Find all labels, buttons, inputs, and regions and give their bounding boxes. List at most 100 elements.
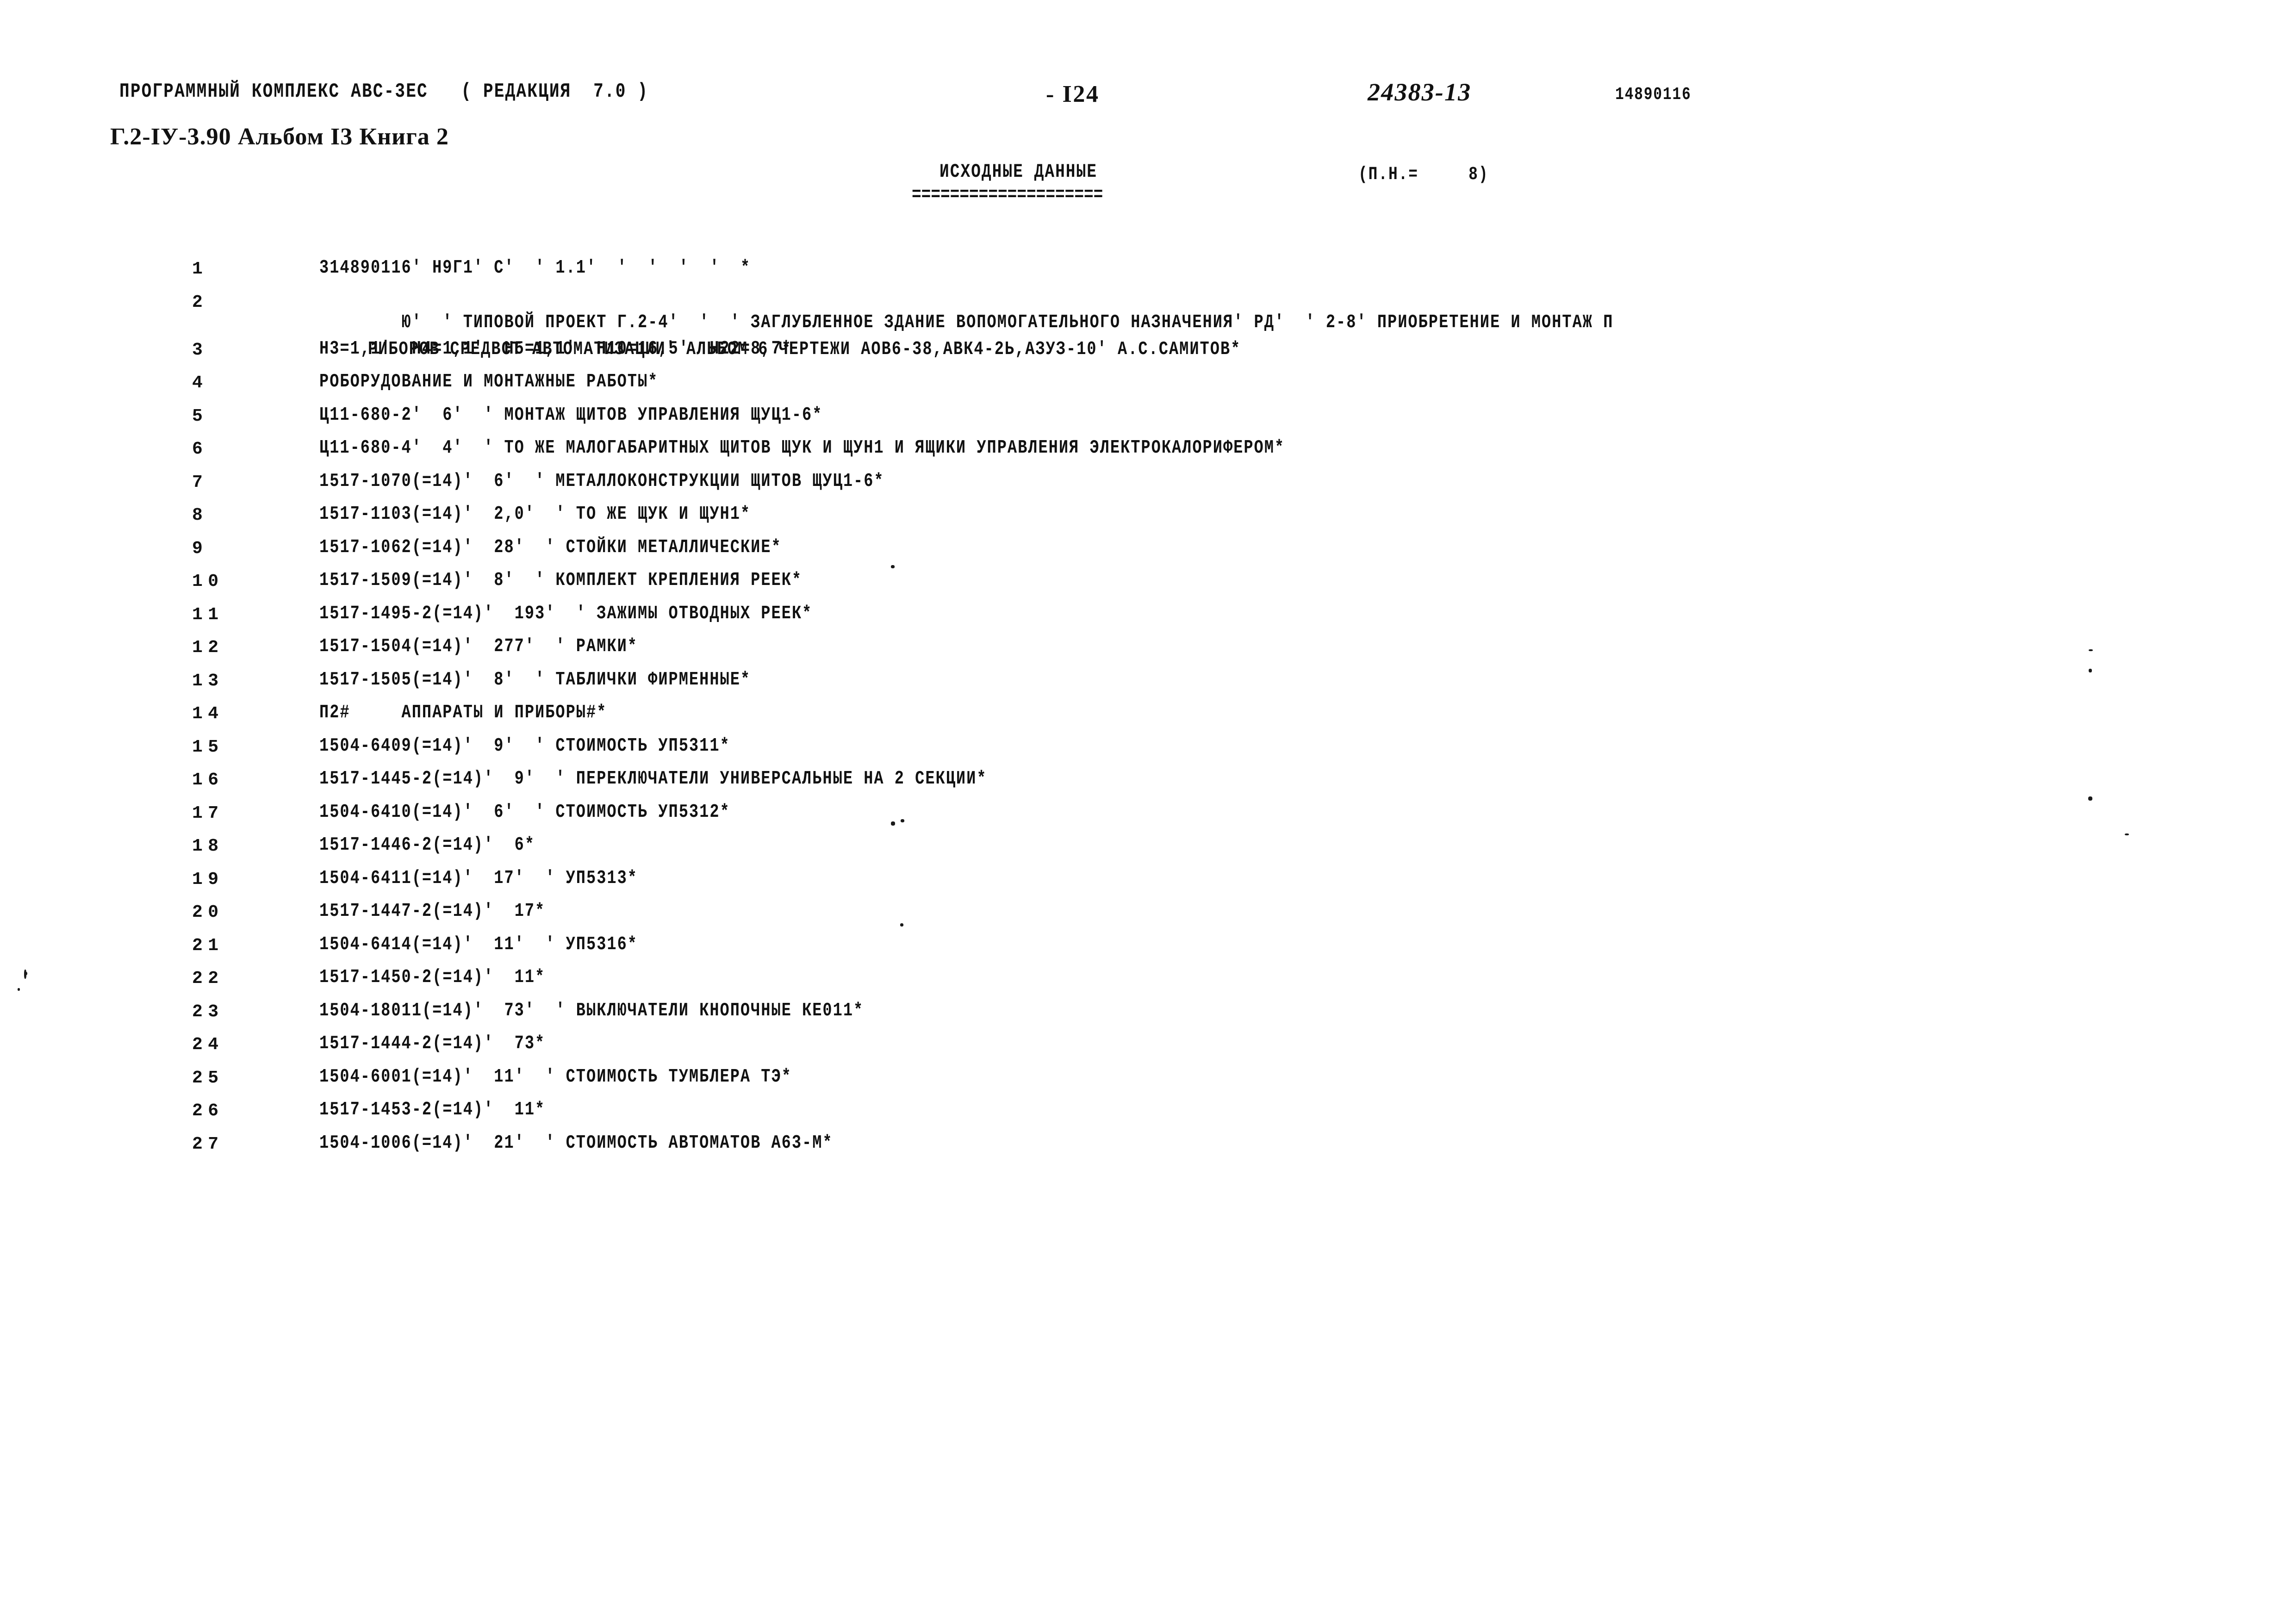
listing-row: 26 1517-1453-2(=14)' 11* <box>0 1099 2296 1134</box>
line-content: 1504-6001(=14)' 11' ' СТОИМОСТЬ ТУМБЛЕРА… <box>319 1066 792 1088</box>
line-number: 20 <box>192 902 224 922</box>
line-number: 12 <box>192 638 224 658</box>
line-number: 10 <box>192 572 224 591</box>
line-content: 1517-1444-2(=14)' 73* <box>319 1033 546 1054</box>
listing-row: 3 Н3=1,1' Н4=1,1' Н5=1,1' Н10=16,5' Н22=… <box>0 338 2296 373</box>
listing-row: 17 1504-6410(=14)' 6' ' СТОИМОСТЬ УП5312… <box>0 801 2296 837</box>
listing-row: 15 1504-6409(=14)' 9' ' СТОИМОСТЬ УП5311… <box>0 735 2296 771</box>
line-content: Ц11-680-2' 6' ' МОНТАЖ ЩИТОВ УПРАВЛЕНИЯ … <box>319 404 823 426</box>
listing-row: 9 1517-1062(=14)' 28' ' СТОЙКИ МЕТАЛЛИЧЕ… <box>0 536 2296 572</box>
listing-row: 23 1504-18011(=14)' 73' ' ВЫКЛЮЧАТЕЛИ КН… <box>0 1000 2296 1035</box>
listing-row: 20 1517-1447-2(=14)' 17* <box>0 901 2296 936</box>
listing-row: 18 1517-1446-2(=14)' 6* <box>0 834 2296 870</box>
line-number: 15 <box>192 737 224 757</box>
line-content: 1517-1453-2(=14)' 11* <box>319 1099 546 1120</box>
listing-row: 14 П2# АППАРАТЫ И ПРИБОРЫ#* <box>0 702 2296 737</box>
scan-speck <box>2088 796 2092 801</box>
scan-speck <box>2125 833 2129 835</box>
line-content: 1504-18011(=14)' 73' ' ВЫКЛЮЧАТЕЛИ КНОПО… <box>319 1000 864 1021</box>
line-number: 1 <box>192 259 208 279</box>
line-number: 9 <box>192 538 208 559</box>
line-content: 1517-1062(=14)' 28' ' СТОЙКИ МЕТАЛЛИЧЕСК… <box>319 536 782 558</box>
line-number: 23 <box>192 1001 224 1022</box>
page-number: - I24 <box>1046 81 1100 107</box>
scan-speck <box>2089 649 2093 651</box>
data-listing: 1 314890116' Н9Г1' С' ' 1.1' ' ' ' ' * 2… <box>0 257 2296 1168</box>
listing-row: 22 1517-1450-2(=14)' 11* <box>0 967 2296 1002</box>
scan-speck <box>900 923 903 927</box>
line-content: 1517-1505(=14)' 8' ' ТАБЛИЧКИ ФИРМЕННЫЕ* <box>319 669 751 690</box>
line-number: 2 <box>192 292 208 312</box>
line-number: 8 <box>192 505 208 525</box>
line-number: 11 <box>192 604 224 625</box>
line-content: 314890116' Н9Г1' С' ' 1.1' ' ' ' ' * <box>319 257 751 279</box>
program-complex-header: ПРОГРАММНЫЙ КОМПЛЕКС АВС-3ЕС ( РЕДАКЦИЯ … <box>119 80 649 103</box>
section-title: ИСХОДНЫЕ ДАННЫЕ <box>940 161 1098 183</box>
line-content: 1517-1070(=14)' 6' ' МЕТАЛЛОКОНСТРУКЦИИ … <box>319 470 884 492</box>
line-content: Ц11-680-4' 4' ' ТО ЖЕ МАЛОГАБАРИТНЫХ ЩИТ… <box>319 437 1285 459</box>
scan-speck <box>24 970 26 979</box>
section-title-rule: ==================== <box>912 184 1103 206</box>
line-content: 1517-1445-2(=14)' 9' ' ПЕРЕКЛЮЧАТЕЛИ УНИ… <box>319 768 987 790</box>
listing-row: 5 Ц11-680-2' 6' ' МОНТАЖ ЩИТОВ УПРАВЛЕНИ… <box>0 404 2296 440</box>
scan-speck <box>891 565 895 568</box>
document-number: 24383-13 <box>1368 78 1472 106</box>
listing-row: 4 РОБОРУДОВАНИЕ И МОНТАЖНЫЕ РАБОТЫ* <box>0 371 2296 406</box>
line-content: 1517-1504(=14)' 277' ' РАМКИ* <box>319 636 638 657</box>
line-number: 4 <box>192 373 208 393</box>
line-number: 17 <box>192 803 224 823</box>
listing-row: 6 Ц11-680-4' 4' ' ТО ЖЕ МАЛОГАБАРИТНЫХ Щ… <box>0 437 2296 473</box>
line-number: 27 <box>192 1134 224 1154</box>
listing-row: 21 1504-6414(=14)' 11' ' УП5316* <box>0 933 2296 969</box>
listing-row: 19 1504-6411(=14)' 17' ' УП5313* <box>0 867 2296 903</box>
listing-row: 8 1517-1103(=14)' 2,0' ' ТО ЖЕ ЩУК И ЩУН… <box>0 504 2296 539</box>
line-number: 7 <box>192 472 208 492</box>
line-number: 3 <box>192 340 208 360</box>
scanned-page: ПРОГРАММНЫЙ КОМПЛЕКС АВС-3ЕС ( РЕДАКЦИЯ … <box>0 0 2296 1623</box>
listing-row: 27 1504-1006(=14)' 21' ' СТОИМОСТЬ АВТОМ… <box>0 1132 2296 1168</box>
listing-row: 13 1517-1505(=14)' 8' ' ТАБЛИЧКИ ФИРМЕНН… <box>0 669 2296 704</box>
line-number: 24 <box>192 1035 224 1055</box>
album-book-header: Г.2-IУ-3.90 Альбом I3 Книга 2 <box>110 124 449 150</box>
listing-row: 25 1504-6001(=14)' 11' ' СТОИМОСТЬ ТУМБЛ… <box>0 1066 2296 1101</box>
listing-row: 24 1517-1444-2(=14)' 73* <box>0 1033 2296 1068</box>
line-number: 19 <box>192 869 224 889</box>
line-number: 5 <box>192 406 208 426</box>
line-content: 1517-1103(=14)' 2,0' ' ТО ЖЕ ЩУК И ЩУН1* <box>319 504 751 525</box>
listing-row: 10 1517-1509(=14)' 8' ' КОМПЛЕКТ КРЕПЛЕН… <box>0 570 2296 605</box>
pn-counter: (П.Н.= 8) <box>1358 164 1489 185</box>
scan-speck <box>2089 669 2092 672</box>
listing-row: 11 1517-1495-2(=14)' 193' ' ЗАЖИМЫ ОТВОД… <box>0 603 2296 638</box>
line-number: 13 <box>192 671 224 691</box>
line-content: 1504-1006(=14)' 21' ' СТОИМОСТЬ АВТОМАТО… <box>319 1132 833 1154</box>
line-number: 14 <box>192 704 224 724</box>
line-content: 1517-1446-2(=14)' 6* <box>319 834 535 856</box>
line-content: 1504-6410(=14)' 6' ' СТОИМОСТЬ УП5312* <box>319 801 730 823</box>
listing-row: 1 314890116' Н9Г1' С' ' 1.1' ' ' ' ' * <box>0 257 2296 292</box>
scan-speck <box>18 988 20 991</box>
line-content: 1517-1447-2(=14)' 17* <box>319 901 546 922</box>
line-number: 6 <box>192 439 208 459</box>
listing-row: 2 Ю' ' ТИПОВОЙ ПРОЕКТ Г.2-4' ' ' ЗАГЛУБЛ… <box>0 292 2296 360</box>
object-number: 14890116 <box>1615 85 1692 105</box>
line-content: 1504-6414(=14)' 11' ' УП5316* <box>319 933 638 955</box>
scan-speck <box>901 819 904 822</box>
line-content: РОБОРУДОВАНИЕ И МОНТАЖНЫЕ РАБОТЫ* <box>319 371 659 392</box>
line-number: 16 <box>192 770 224 790</box>
line-number: 22 <box>192 969 224 989</box>
line-content: 1517-1450-2(=14)' 11* <box>319 967 546 988</box>
scan-speck <box>891 821 895 826</box>
line-content: 1504-6411(=14)' 17' ' УП5313* <box>319 867 638 889</box>
line-number: 18 <box>192 836 224 856</box>
line-content: 1517-1495-2(=14)' 193' ' ЗАЖИМЫ ОТВОДНЫХ… <box>319 603 813 624</box>
line-content: 1517-1509(=14)' 8' ' КОМПЛЕКТ КРЕПЛЕНИЯ … <box>319 570 803 591</box>
line-number: 25 <box>192 1068 224 1088</box>
line-content: П2# АППАРАТЫ И ПРИБОРЫ#* <box>319 702 607 723</box>
listing-row: 16 1517-1445-2(=14)' 9' ' ПЕРЕКЛЮЧАТЕЛИ … <box>0 768 2296 803</box>
listing-row: 12 1517-1504(=14)' 277' ' РАМКИ* <box>0 636 2296 671</box>
line-number: 26 <box>192 1101 224 1121</box>
line-number: 21 <box>192 935 224 956</box>
line-content: Н3=1,1' Н4=1,1' Н5=1,1' Н10=16,5' Н22=8,… <box>319 338 792 360</box>
line-content: 1504-6409(=14)' 9' ' СТОИМОСТЬ УП5311* <box>319 735 730 757</box>
listing-row: 7 1517-1070(=14)' 6' ' МЕТАЛЛОКОНСТРУКЦИ… <box>0 470 2296 506</box>
